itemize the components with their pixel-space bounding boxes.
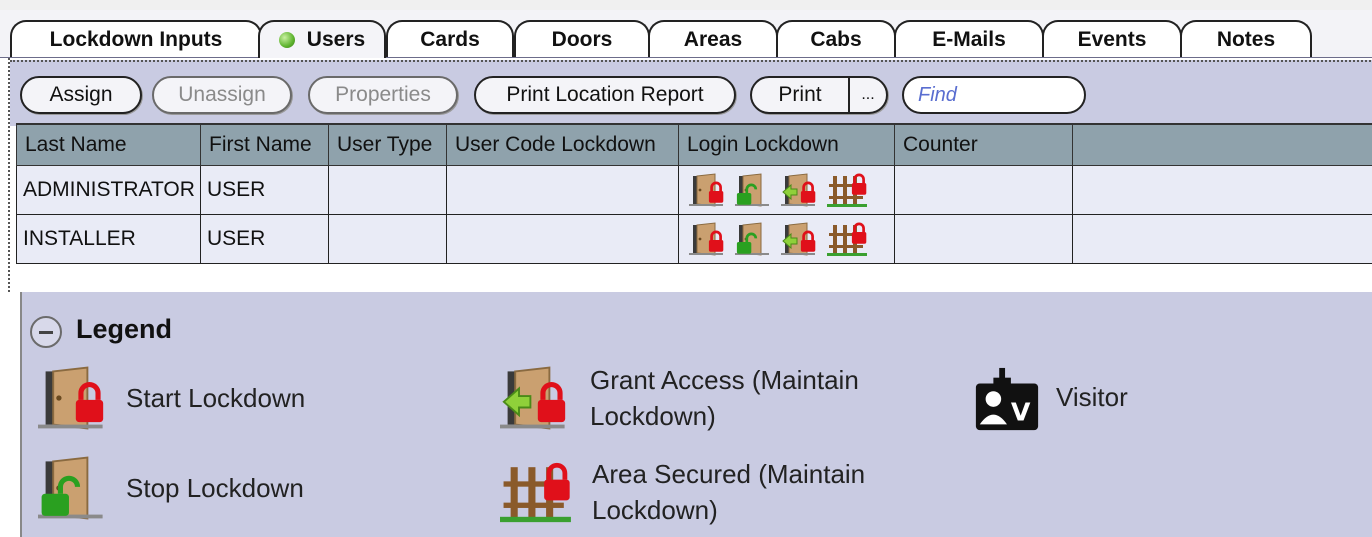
tab-label: Cabs	[810, 28, 862, 51]
cell-user-type[interactable]	[328, 165, 447, 215]
table-row[interactable]: INSTALLER USER	[16, 214, 1372, 264]
tab-label: E-Mails	[932, 28, 1006, 51]
column-header-login-lockdown[interactable]: Login Lockdown	[678, 123, 895, 166]
legend-label: Area Secured (Maintain	[592, 459, 866, 489]
cell-last-name[interactable]: ADMINISTRATOR	[16, 165, 201, 215]
users-grid: Last Name First Name User Type User Code…	[16, 123, 1372, 264]
tab-cards[interactable]: Cards	[386, 20, 514, 58]
cell-counter[interactable]	[894, 165, 1073, 215]
cell-filler	[1072, 214, 1372, 264]
legend-label: Visitor	[1056, 382, 1128, 412]
area-secured-icon[interactable]	[827, 221, 871, 257]
area-secured-icon[interactable]	[827, 172, 871, 208]
tab-users[interactable]: Users	[258, 20, 386, 58]
start-lockdown-icon[interactable]	[689, 221, 729, 257]
column-header-last-name[interactable]: Last Name	[16, 123, 201, 166]
tab-label: Areas	[683, 28, 743, 51]
users-workarea: Assign Unassign Properties Print Locatio…	[8, 58, 1372, 292]
column-header-filler	[1072, 123, 1372, 166]
svg-text:V: V	[1011, 397, 1031, 426]
users-panel: Lockdown Inputs Users Cards Doors Areas …	[0, 0, 1372, 292]
legend-item-area-secured: Area Secured (Maintain Lockdown)	[500, 456, 865, 528]
grant-access-icon[interactable]	[781, 221, 821, 257]
grid-header-row: Last Name First Name User Type User Code…	[16, 123, 1372, 166]
legend-title: Legend	[76, 314, 173, 344]
tab-label: Users	[306, 28, 366, 51]
cell-last-name[interactable]: INSTALLER	[16, 214, 201, 264]
status-dot-icon	[278, 32, 295, 48]
tab-label: Doors	[551, 28, 613, 51]
stop-lockdown-icon[interactable]	[735, 221, 775, 257]
tab-label: Cards	[420, 28, 480, 51]
legend-item-start-lockdown: Start Lockdown	[38, 362, 305, 434]
legend-panel: Legend Start Lockdown Stop Lockdown Gran…	[20, 292, 1372, 537]
tab-label: Events	[1077, 28, 1147, 51]
table-row[interactable]: ADMINISTRATOR USER	[16, 165, 1372, 215]
print-options-button[interactable]: ...	[848, 76, 888, 114]
find-input[interactable]: Find	[902, 76, 1086, 114]
tab-doors[interactable]: Doors	[514, 20, 650, 58]
tab-events[interactable]: Events	[1042, 20, 1182, 58]
legend-label: Grant Access (Maintain	[590, 365, 859, 395]
properties-button[interactable]: Properties	[308, 76, 458, 114]
tab-label: Notes	[1216, 28, 1276, 51]
legend-label: Lockdown)	[592, 495, 718, 525]
tab-cabs[interactable]: Cabs	[776, 20, 896, 58]
visitor-badge-icon: V	[975, 367, 1039, 431]
print-button[interactable]: Print	[750, 76, 850, 114]
stop-lockdown-icon[interactable]	[735, 172, 775, 208]
column-header-user-type[interactable]: User Type	[328, 123, 447, 166]
cell-user-code-lockdown[interactable]	[446, 214, 679, 264]
grant-access-icon	[500, 366, 576, 430]
grant-access-icon[interactable]	[781, 172, 821, 208]
collapse-legend-icon[interactable]	[30, 316, 62, 348]
column-header-user-code-lockdown[interactable]: User Code Lockdown	[446, 123, 679, 166]
legend-label: Lockdown)	[590, 401, 716, 431]
cell-filler	[1072, 165, 1372, 215]
area-secured-icon	[500, 456, 578, 523]
toolbar: Assign Unassign Properties Print Locatio…	[10, 60, 1372, 126]
cell-login-lockdown	[678, 165, 895, 215]
start-lockdown-icon[interactable]	[689, 172, 729, 208]
tab-lockdown-inputs[interactable]: Lockdown Inputs	[10, 20, 262, 58]
tab-bar: Lockdown Inputs Users Cards Doors Areas …	[0, 0, 1372, 58]
print-location-report-button[interactable]: Print Location Report	[474, 76, 736, 114]
tab-notes[interactable]: Notes	[1180, 20, 1312, 58]
tab-label: Lockdown Inputs	[49, 28, 223, 51]
unassign-button[interactable]: Unassign	[152, 76, 292, 114]
cell-counter[interactable]	[894, 214, 1073, 264]
start-lockdown-icon	[38, 366, 114, 430]
tab-areas[interactable]: Areas	[648, 20, 778, 58]
tab-e-mails[interactable]: E-Mails	[894, 20, 1044, 58]
column-header-first-name[interactable]: First Name	[200, 123, 329, 166]
legend-label: Stop Lockdown	[126, 473, 304, 503]
column-header-counter[interactable]: Counter	[894, 123, 1073, 166]
cell-first-name[interactable]: USER	[200, 214, 329, 264]
cell-first-name[interactable]: USER	[200, 165, 329, 215]
cell-login-lockdown	[678, 214, 895, 264]
legend-label: Start Lockdown	[126, 383, 306, 413]
legend-item-visitor: V Visitor	[972, 366, 1128, 436]
cell-user-type[interactable]	[328, 214, 447, 264]
stop-lockdown-icon	[38, 456, 104, 520]
cell-user-code-lockdown[interactable]	[446, 165, 679, 215]
legend-item-grant-access: Grant Access (Maintain Lockdown)	[500, 362, 859, 434]
legend-item-stop-lockdown: Stop Lockdown	[38, 452, 304, 524]
assign-button[interactable]: Assign	[20, 76, 142, 114]
